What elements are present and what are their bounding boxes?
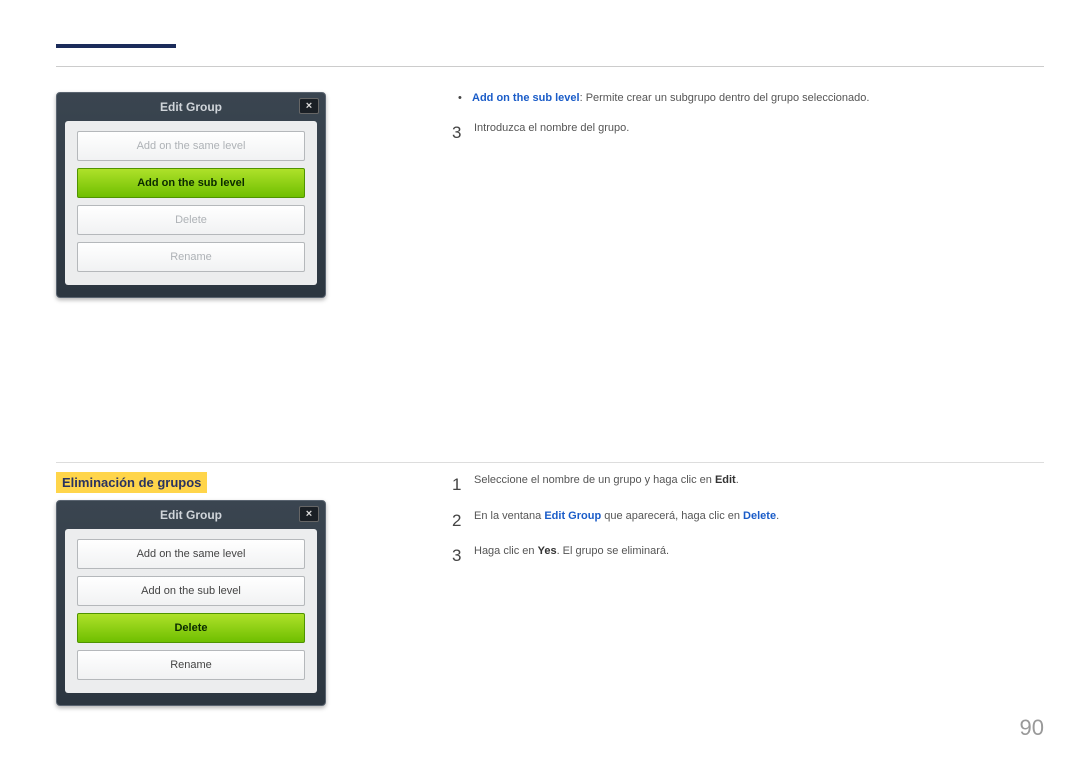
t: . <box>736 474 739 486</box>
add-sub-level-button[interactable]: Add on the sub level <box>77 168 305 198</box>
step-number: 2 <box>452 508 474 534</box>
section-divider <box>56 462 1044 463</box>
close-icon[interactable]: × <box>299 98 319 114</box>
bullet-sub-level: • Add on the sub level: Permite crear un… <box>452 92 1012 104</box>
step-text: Introduzca el nombre del grupo. <box>474 120 629 137</box>
step-text: En la ventana Edit Group que aparecerá, … <box>474 508 779 525</box>
yes-term: Yes <box>538 545 557 557</box>
section-heading-delete-groups: Eliminación de grupos <box>56 472 207 493</box>
step-number: 3 <box>452 543 474 569</box>
dialog-title-text: Edit Group <box>160 508 222 522</box>
step-2: 2 En la ventana Edit Group que aparecerá… <box>452 508 1012 534</box>
step-3: 3 Haga clic en Yes. El grupo se eliminar… <box>452 543 1012 569</box>
bullet-term: Add on the sub level <box>472 92 580 104</box>
bullet-icon: • <box>458 92 472 104</box>
edit-term: Edit <box>715 474 736 486</box>
header-accent-bar <box>56 44 176 48</box>
dialog-delete: Edit Group × Add on the same level Add o… <box>56 500 326 706</box>
delete-button[interactable]: Delete <box>77 205 305 235</box>
t: Seleccione el nombre de un grupo y haga … <box>474 474 715 486</box>
bullet-text: Add on the sub level: Permite crear un s… <box>472 92 869 104</box>
close-icon[interactable]: × <box>299 506 319 522</box>
bottom-instructions: 1 Seleccione el nombre de un grupo y hag… <box>452 472 1012 579</box>
rename-button[interactable]: Rename <box>77 242 305 272</box>
step-3: 3 Introduzca el nombre del grupo. <box>452 120 1012 146</box>
step-number: 3 <box>452 120 474 146</box>
t: Haga clic en <box>474 545 538 557</box>
step-text: Haga clic en Yes. El grupo se eliminará. <box>474 543 669 560</box>
t: . El grupo se eliminará. <box>557 545 670 557</box>
rename-button[interactable]: Rename <box>77 650 305 680</box>
dialog-body: Add on the same level Add on the sub lev… <box>65 121 317 285</box>
delete-term: Delete <box>743 510 776 522</box>
step-1: 1 Seleccione el nombre de un grupo y hag… <box>452 472 1012 498</box>
dialog-add-sub-level: Edit Group × Add on the same level Add o… <box>56 92 326 298</box>
page-number: 90 <box>1020 715 1044 741</box>
step-list-top: 3 Introduzca el nombre del grupo. <box>452 120 1012 146</box>
top-instructions: • Add on the sub level: Permite crear un… <box>452 92 1012 156</box>
bullet-rest: : Permite crear un subgrupo dentro del g… <box>580 92 870 104</box>
add-same-level-button[interactable]: Add on the same level <box>77 539 305 569</box>
step-number: 1 <box>452 472 474 498</box>
dialog-title: Edit Group × <box>57 93 325 121</box>
add-same-level-button[interactable]: Add on the same level <box>77 131 305 161</box>
t: . <box>776 510 779 522</box>
dialog-title-text: Edit Group <box>160 100 222 114</box>
add-sub-level-button[interactable]: Add on the sub level <box>77 576 305 606</box>
edit-group-dialog-2: Edit Group × Add on the same level Add o… <box>56 500 326 706</box>
t: que aparecerá, haga clic en <box>601 510 743 522</box>
t: En la ventana <box>474 510 544 522</box>
edit-group-dialog-1: Edit Group × Add on the same level Add o… <box>56 92 326 298</box>
dialog-body: Add on the same level Add on the sub lev… <box>65 529 317 693</box>
delete-button[interactable]: Delete <box>77 613 305 643</box>
step-list-bottom: 1 Seleccione el nombre de un grupo y hag… <box>452 472 1012 569</box>
dialog-title: Edit Group × <box>57 501 325 529</box>
edit-group-term: Edit Group <box>544 510 601 522</box>
step-text: Seleccione el nombre de un grupo y haga … <box>474 472 739 489</box>
header-rule <box>56 66 1044 67</box>
